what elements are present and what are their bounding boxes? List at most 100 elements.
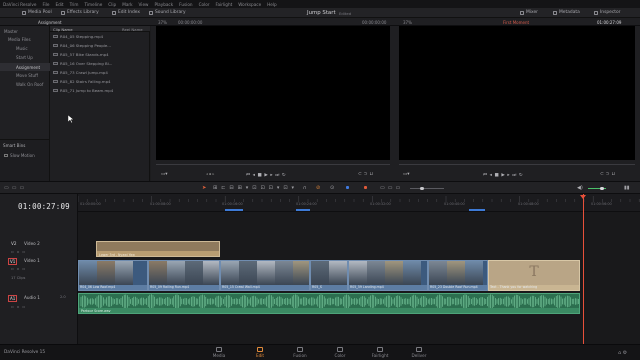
col-reel-name[interactable]: Reel Name: [122, 27, 143, 32]
menu-item-color[interactable]: Color: [199, 2, 210, 7]
timeline-transport-buttons[interactable]: ⏮◂■▶▸⏭↻: [483, 172, 525, 178]
source-scrubber[interactable]: [156, 164, 390, 165]
clip-thumbnail: [329, 261, 347, 285]
transport-buttons[interactable]: ⏮◂■▶▸⏭↻: [246, 172, 288, 178]
bin-walk-on-roof[interactable]: Walk On Roof: [16, 82, 43, 87]
smart-bin-slow-motion[interactable]: Slow Motion: [4, 153, 35, 158]
media-pool-button[interactable]: Media Pool: [22, 10, 52, 15]
list-item[interactable]: R05_82 Stairs Falling.mp4: [60, 79, 111, 84]
audio-clip-label: Parkour Score.wav: [81, 308, 111, 313]
inspector-button[interactable]: Inspector: [594, 10, 620, 15]
list-item[interactable]: R04_06 Stepping People...: [60, 43, 111, 48]
menu-item-app[interactable]: DaVinci Resolve: [3, 2, 36, 7]
track-channels-a1: 2.0: [60, 295, 66, 299]
timeline-viewer-screen[interactable]: [399, 26, 635, 160]
page-fusion[interactable]: Fusion: [280, 347, 320, 358]
volume-slider-handle[interactable]: [600, 186, 604, 190]
edit-tools[interactable]: ⊞⊏⊟⊞▾⊡⊡⊡▾⊡▾: [213, 185, 298, 191]
timeline-viewer-options-icon[interactable]: ▭▾: [403, 172, 410, 177]
menu-item-trim[interactable]: Trim: [70, 2, 79, 7]
menu-item-edit[interactable]: Edit: [55, 2, 63, 7]
v2-title-clip[interactable]: Lower 3rd - Nyawi Yaw: [96, 241, 220, 257]
menu-item-file[interactable]: File: [42, 2, 49, 7]
position-lock-icon[interactable]: ⊙: [330, 185, 334, 191]
selection-tool-icon[interactable]: ➤: [202, 185, 206, 191]
viewer-options-icon[interactable]: ▭▾: [161, 172, 168, 177]
track-controls-v2[interactable]: ▫▫▫: [11, 249, 28, 254]
source-viewer-screen[interactable]: [156, 26, 390, 160]
menu-item-fusion[interactable]: Fusion: [179, 2, 192, 7]
bin-media-files[interactable]: Media Files: [8, 37, 31, 42]
v1-video-clip[interactable]: R05_23 Double Roof Run.mp4: [428, 260, 488, 291]
list-item[interactable]: R05_16 Over Stepping Bi...: [60, 61, 112, 66]
track-controls-a1[interactable]: ▫▫▫: [11, 304, 28, 309]
menu-item-fairlight[interactable]: Fairlight: [216, 2, 233, 7]
track-name-v1[interactable]: Video 1: [24, 258, 40, 263]
link-icon[interactable]: ⊘: [316, 185, 320, 191]
menu-item-help[interactable]: Help: [267, 2, 277, 7]
track-controls-v1[interactable]: ▫▫▫: [11, 266, 28, 271]
track-name-v2[interactable]: Video 2: [24, 241, 40, 246]
menu-item-clip[interactable]: Clip: [108, 2, 116, 7]
clip-thumbnail: [447, 261, 465, 285]
timeline-mark-buttons[interactable]: ⊂⊃⊔: [600, 172, 617, 177]
v1-video-clip[interactable]: R05_S: [310, 260, 348, 291]
v1-video-clip[interactable]: R05_59 Landing.mp4: [348, 260, 428, 291]
v1-video-clip[interactable]: R05_15 Crawl Wall.mp4: [220, 260, 310, 291]
page-media[interactable]: Media: [199, 347, 239, 358]
bin-music[interactable]: Music: [16, 46, 28, 51]
bin-master[interactable]: Master: [4, 29, 18, 34]
page-fairlight[interactable]: Fairlight: [360, 347, 400, 358]
home-icon[interactable]: ⌂ ⚙: [618, 350, 627, 356]
ruler-tick-label: 01:00:08:00: [150, 202, 171, 206]
menu-item-playback[interactable]: Playback: [154, 2, 173, 7]
zoom-slider-handle[interactable]: [420, 186, 424, 190]
v1-video-clip[interactable]: T Text - Thank you for watching: [488, 260, 580, 291]
page-label: Fairlight: [371, 353, 389, 358]
timeline-ruler[interactable]: 01:00:00:00 01:00:08:00 01:00:16:00 01:0…: [78, 194, 640, 212]
volume-icon[interactable]: ◀): [577, 185, 583, 191]
col-clip-name[interactable]: Clip Name: [53, 27, 73, 32]
list-item[interactable]: R05_73 Crawl Jump.mp4: [60, 70, 108, 75]
timeline-name[interactable]: First Moment: [503, 20, 529, 25]
menu-item-workspace[interactable]: Workspace: [238, 2, 261, 7]
edit-index-button[interactable]: Edit Index: [112, 10, 140, 15]
bin-start-up[interactable]: Start Up: [16, 55, 33, 60]
playhead[interactable]: [583, 194, 584, 344]
timeline-area[interactable]: Lower 3rd - Nyawi Yaw R04_06 Low Roof.mp…: [78, 194, 640, 344]
list-item[interactable]: R05_57 Bike Stands.mp4: [60, 52, 109, 57]
page-deliver[interactable]: Deliver: [399, 347, 439, 358]
v1-video-clip[interactable]: R05_09 Railing Run.mp4: [148, 260, 220, 291]
flag-icon[interactable]: [346, 186, 349, 189]
track-id-a1[interactable]: A1: [8, 295, 18, 302]
mixer-button[interactable]: Mixer: [520, 10, 538, 15]
sound-library-button[interactable]: Sound Library: [149, 10, 186, 15]
metadata-button[interactable]: Metadata: [553, 10, 580, 15]
source-zoom[interactable]: 37%: [158, 20, 167, 25]
track-name-a1[interactable]: Audio 1: [24, 295, 40, 300]
zoom-slider[interactable]: [410, 188, 444, 189]
page-label: Fusion: [293, 353, 307, 358]
timeline-zoom[interactable]: 37%: [403, 20, 412, 25]
marker-icon[interactable]: [364, 186, 367, 189]
v1-video-clip[interactable]: R04_06 Low Roof.mp4: [78, 260, 148, 291]
timeline-scrubber[interactable]: [399, 164, 635, 165]
list-item[interactable]: R04_05 Stepping.mp4: [60, 34, 103, 39]
mark-buttons[interactable]: ⊂⊃⊔: [358, 172, 375, 177]
layout-toggles[interactable]: ▭▭▭: [4, 185, 27, 191]
menu-item-timeline[interactable]: Timeline: [84, 2, 102, 7]
menu-item-view[interactable]: View: [139, 2, 149, 7]
list-item[interactable]: R05_71 Jump to Beam.mp4: [60, 88, 113, 93]
track-id-v1[interactable]: V1: [8, 258, 18, 265]
v1-clip-label: R05_15 Crawl Wall.mp4: [221, 285, 309, 290]
a1-audio-clip[interactable]: Parkour Score.wav: [78, 293, 580, 314]
zoom-mode-buttons[interactable]: ▭▭▭: [380, 185, 403, 191]
menu-item-mark[interactable]: Mark: [122, 2, 132, 7]
bin-assignment[interactable]: Assignment: [0, 63, 50, 71]
bin-move-stuff[interactable]: Move Stuff: [16, 73, 38, 78]
snapping-icon[interactable]: ∩: [303, 185, 307, 191]
page-color[interactable]: Color: [320, 347, 360, 358]
audio-meter-icon[interactable]: ▮▮: [624, 185, 630, 191]
effects-library-button[interactable]: Effects Library: [61, 10, 99, 15]
page-edit[interactable]: Edit: [240, 347, 280, 358]
